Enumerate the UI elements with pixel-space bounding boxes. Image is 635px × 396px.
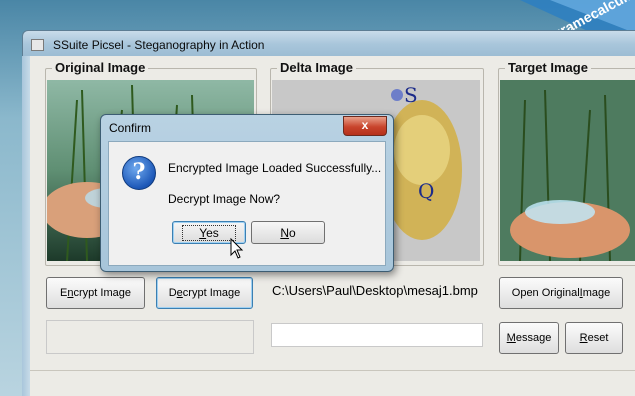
dialog-message-line1: Encrypted Image Loaded Successfully... (168, 161, 382, 175)
confirm-dialog[interactable]: Confirm x ? Encrypted Image Loaded Succe… (100, 114, 394, 272)
svg-text:Q: Q (418, 179, 434, 203)
original-image-label: Original Image (52, 60, 149, 75)
dialog-message-line2: Decrypt Image Now? (168, 192, 281, 206)
file-path-label: C:\Users\Paul\Desktop\mesaj1.bmp (272, 283, 478, 298)
app-icon (31, 39, 44, 51)
status-bar-divider (30, 370, 635, 371)
no-button[interactable]: No (251, 221, 325, 244)
encrypt-image-button[interactable]: En crypt Image (46, 277, 145, 309)
mouse-cursor-icon (230, 238, 244, 259)
target-image-label: Target Image (505, 60, 591, 75)
question-icon: ? (122, 156, 156, 190)
dialog-title: Confirm (109, 121, 152, 135)
svg-text:S: S (404, 83, 418, 107)
encrypt-status-field (46, 320, 254, 354)
open-original-image-button[interactable]: Open Original Image (499, 277, 623, 309)
target-image (500, 80, 635, 261)
dialog-body: ? Encrypted Image Loaded Successfully...… (108, 141, 386, 266)
dialog-close-button[interactable]: x (343, 116, 387, 136)
window-frame (22, 56, 30, 396)
window-titlebar[interactable]: SSuite Picsel - Steganography in Action (22, 30, 635, 57)
window-title: SSuite Picsel - Steganography in Action (53, 38, 265, 52)
message-button[interactable]: Message (499, 322, 559, 354)
reset-button[interactable]: Reset (565, 322, 623, 354)
message-input[interactable] (271, 323, 483, 347)
delta-image-label: Delta Image (277, 60, 356, 75)
decrypt-image-button[interactable]: De crypt Image (156, 277, 253, 309)
